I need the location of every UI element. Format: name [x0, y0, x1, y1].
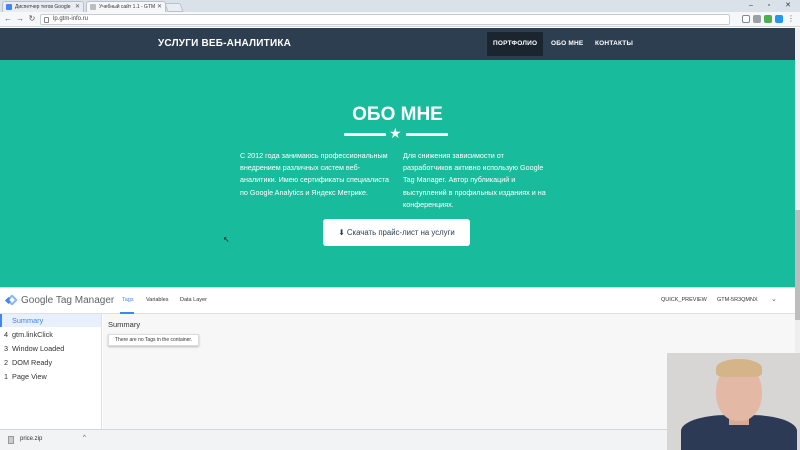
event-item[interactable]: 2 DOM Ready — [0, 356, 101, 369]
extension-icon[interactable] — [753, 15, 761, 23]
chevron-up-icon[interactable]: ^ — [83, 435, 86, 441]
about-text-right: Для снижения зависимости от разработчико… — [403, 151, 546, 209]
forward-icon[interactable]: → — [15, 13, 25, 25]
presenter-hair — [716, 359, 762, 377]
tab-tags[interactable]: Tags — [122, 297, 134, 303]
event-summary[interactable]: Summary — [0, 314, 101, 327]
webcam-overlay — [667, 353, 800, 450]
scrollbar-thumb[interactable] — [795, 210, 800, 320]
minimize-icon[interactable]: – — [742, 0, 760, 11]
close-icon[interactable]: ✕ — [75, 3, 80, 10]
download-filename[interactable]: price.zip — [20, 436, 42, 442]
address-url: lp.gtm-info.ru — [53, 16, 89, 22]
zip-file-icon — [8, 436, 14, 444]
reload-icon[interactable]: ↻ — [27, 13, 37, 25]
extension-icon[interactable] — [775, 15, 783, 23]
nav-contacts[interactable]: КОНТАКТЫ — [589, 32, 639, 56]
close-icon[interactable]: ✕ — [157, 3, 162, 10]
menu-icon[interactable]: ⋮ — [786, 13, 796, 25]
button-label: Скачать прайс-лист на услуги — [346, 228, 455, 237]
chevron-down-icon[interactable]: ⌄ — [771, 295, 777, 303]
event-number: 3 — [4, 344, 9, 353]
star-icon: ★ — [389, 125, 402, 141]
event-label: gtm.linkClick — [12, 330, 53, 339]
tab-label: Учебный сайт 1.1 - GTM — [99, 4, 156, 10]
container-id: GTM-5R3QMNX — [717, 297, 758, 303]
event-number: 1 — [4, 372, 9, 381]
new-tab-button[interactable] — [164, 3, 184, 12]
quick-preview-label: QUICK_PREVIEW — [661, 297, 707, 303]
about-text-left: С 2012 года занимаюсь профессиональным в… — [240, 151, 390, 197]
nav-portfolio[interactable]: ПОРТФОЛИО — [487, 32, 544, 56]
download-pricelist-button[interactable]: ⬇ Скачать прайс-лист на услуги — [323, 219, 470, 246]
gtm-tab-icon — [6, 4, 12, 10]
page-info-icon[interactable] — [44, 17, 49, 23]
browser-tab-gtm[interactable]: Диспетчер тегов Google ✕ — [2, 1, 84, 12]
nav-about[interactable]: ОБО МНЕ — [545, 32, 589, 56]
back-icon[interactable]: ← — [3, 13, 13, 25]
empty-tags-message: There are no Tags in the container. — [108, 334, 200, 346]
tab-variables[interactable]: Variables — [146, 297, 169, 303]
event-number: 2 — [4, 358, 9, 367]
browser-tab-bar: Диспетчер тегов Google ✕ Учебный сайт 1.… — [0, 0, 800, 12]
gtm-header: Google Tag Manager Tags Variables Data L… — [0, 288, 795, 314]
star-bookmark-icon[interactable] — [742, 15, 750, 23]
gtm-event-list: Summary 4 gtm.linkClick 3 Window Loaded … — [0, 314, 102, 430]
site-header: УСЛУГИ ВЕБ-АНАЛИТИКА ПОРТФОЛИО ОБО МНЕ К… — [0, 28, 795, 60]
event-label: Summary — [12, 316, 44, 325]
tab-label: Диспетчер тегов Google — [15, 4, 71, 10]
summary-title: Summary — [108, 320, 141, 329]
site-brand[interactable]: УСЛУГИ ВЕБ-АНАЛИТИКА — [158, 38, 291, 49]
tab-data-layer[interactable]: Data Layer — [180, 297, 207, 303]
page-tab-icon — [90, 4, 96, 10]
gtm-product-name: Google Tag Manager — [21, 295, 115, 306]
mouse-cursor-icon: ↖ — [223, 235, 230, 244]
section-title: ОБО МНЕ — [352, 104, 443, 125]
extension-icon[interactable] — [764, 15, 772, 23]
download-icon: ⬇ — [338, 228, 345, 237]
browser-tab-site[interactable]: Учебный сайт 1.1 - GTM ✕ — [86, 1, 166, 12]
about-section: ОБО МНЕ ★ С 2012 года занимаюсь професси… — [0, 60, 795, 287]
event-label: Page View — [12, 372, 47, 381]
divider-line-right — [406, 133, 448, 136]
event-number: 4 — [4, 330, 9, 339]
browser-toolbar: ← → ↻ lp.gtm-info.ru ⋮ — [0, 12, 800, 27]
maximize-icon[interactable]: ▫ — [760, 0, 778, 11]
event-item[interactable]: 4 gtm.linkClick — [0, 328, 101, 341]
event-item[interactable]: 3 Window Loaded — [0, 342, 101, 355]
divider-line-left — [344, 133, 386, 136]
gtm-logo-icon — [4, 294, 18, 306]
event-item[interactable]: 1 Page View — [0, 370, 101, 383]
event-label: DOM Ready — [12, 358, 53, 367]
address-bar[interactable]: lp.gtm-info.ru — [40, 14, 730, 25]
event-label: Window Loaded — [12, 344, 65, 353]
window-close-icon[interactable]: ✕ — [779, 0, 797, 11]
